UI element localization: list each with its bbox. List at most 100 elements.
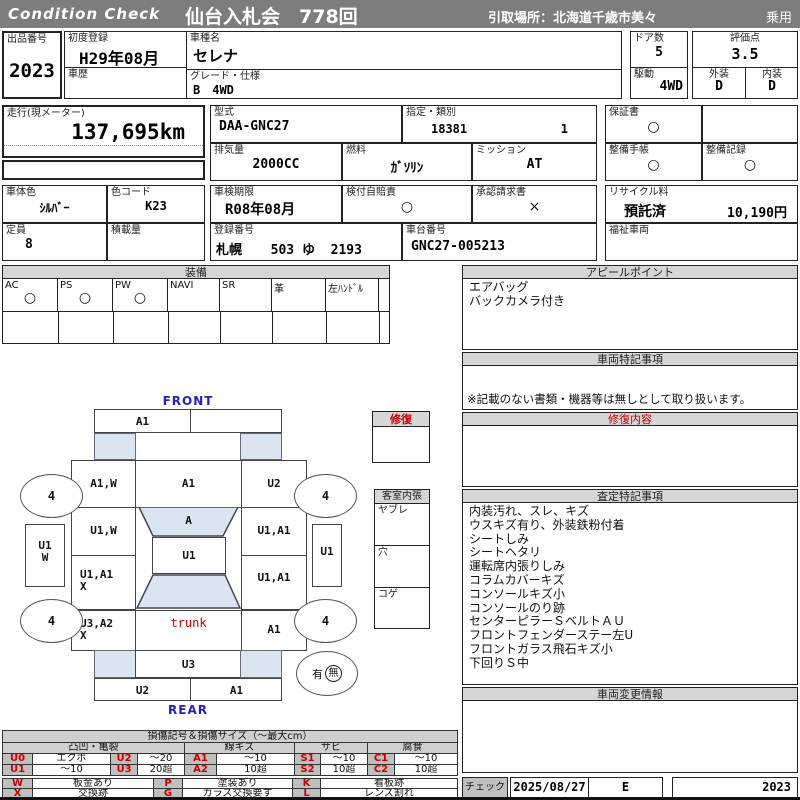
trunk-label: trunk — [170, 616, 207, 630]
color-code-cell: 色コード K23 — [107, 185, 205, 223]
color-code-value: K23 — [145, 199, 167, 213]
assessment-line: フロントフェンダーステー左U — [469, 628, 634, 643]
equipment-grid-line — [58, 312, 59, 343]
first-registration-cell: 初度登録 H29年08月 — [65, 32, 187, 68]
diagram-taillight-right — [240, 650, 282, 678]
diagram-bumper-divider — [190, 410, 191, 432]
assessment-line: 内装汚れ、スレ、キズ — [469, 504, 590, 518]
appeal-line: バックカメラ付き — [469, 293, 566, 308]
warranty-cell: 保証書 ○ — [605, 105, 702, 143]
cabin-lining-row-tear: ヤブレ — [375, 504, 429, 546]
cabin-lining-row-hole: 穴 — [375, 546, 429, 588]
change-info-title: 車両変更情報 — [463, 688, 797, 701]
legend-desc: 10超 — [394, 764, 458, 776]
inspection-expiry-value: R08年08月 — [225, 202, 296, 218]
assessment-line: コンソールキズ小 — [469, 586, 566, 601]
diagram-taillight-left — [94, 650, 136, 678]
diagram-panel-rear-bumper: U2 A1 — [94, 678, 282, 701]
wheel-front-right: 4 — [294, 474, 357, 518]
assessment-line: 運転席内張りしみ — [469, 559, 566, 574]
legend-desc: 10超 — [216, 764, 295, 776]
maintenance-book-label: 整備手帳 — [609, 145, 649, 156]
chassis-no-value: GNC27-005213 — [411, 239, 505, 254]
equipment-label: 革 — [274, 284, 284, 295]
cabin-lining-table: 客室内張 ヤブレ 穴 コゲ — [374, 489, 430, 629]
approval-request-label: 承認請求書 — [476, 187, 526, 198]
appeal-panel: アピールポイント エアバッグ バックカメラ付き — [462, 265, 798, 350]
diagram-panel-label: U1,A1 — [257, 571, 291, 584]
lot-number-label: 出品番号 — [7, 34, 47, 45]
diagram-panel-windshield: A — [185, 514, 192, 527]
equipment-mark: ○ — [23, 290, 37, 306]
repair-details-title: 修復内容 — [463, 413, 797, 426]
equipment-cell-sr: SR — [220, 279, 272, 312]
exterior-grade-value: D — [715, 79, 723, 94]
doors-label: ドア数 — [634, 33, 664, 44]
drive-cell: 駆動 4WD — [631, 68, 687, 98]
diagram-panel-slide-left: U1 W — [25, 524, 65, 587]
inspection-expiry-label: 車検期限 — [214, 187, 254, 198]
lot-number-box: 出品番号 2023 — [2, 31, 62, 99]
warranty-mark: ○ — [647, 119, 660, 135]
insurance-cell: 検付自賠責 ○ — [342, 185, 472, 223]
equipment-grid-line — [113, 312, 114, 343]
check-lot-number: 2023 — [762, 780, 791, 794]
diagram-panel-label: W — [41, 551, 49, 564]
check-lot-box: 2023 — [672, 777, 798, 798]
recycle-fee-value: 10,190円 — [727, 206, 787, 221]
displacement-cell: 排気量 2000CC — [210, 143, 342, 181]
equipment-label: SR — [222, 280, 236, 291]
odometer-label: 走行(現メーター) — [7, 108, 85, 119]
doors-value: 5 — [655, 45, 663, 60]
assessment-line: コンソールのり跡 — [469, 600, 566, 615]
recycle-status: 預託済 — [624, 204, 666, 220]
legend-desc: 20超 — [137, 764, 185, 776]
score-label: 評価点 — [730, 33, 760, 44]
diagram-panel-x-mark: X — [80, 629, 87, 642]
cabin-lining-label: コゲ — [378, 589, 398, 600]
score-cell: 評価点 3.5 — [693, 32, 797, 68]
assessment-notes-title: 査定特記事項 — [463, 490, 797, 503]
wheel-rear-right: 4 — [294, 599, 357, 643]
maintenance-record-cell: 整備記録 ○ — [702, 143, 798, 181]
legend-desc: ～10 — [32, 764, 111, 776]
vehicle-notes-panel: 車両特記事項 ※記載のない書類・機器等は無しとして取り扱います。 — [462, 352, 798, 410]
equipment-cell-leather: 革 — [272, 279, 326, 312]
diagram-panel-door-front-right: U1,A1 — [241, 507, 307, 556]
odometer-extra-box — [2, 160, 205, 180]
diagram-rear-label: REAR — [168, 703, 208, 717]
body-color-cell: 車体色 ｼﾙﾊﾞｰ — [2, 185, 107, 223]
legend-code: U1 — [2, 764, 33, 776]
registration-no-cell: 登録番号 札幌 503 ゆ 2193 — [210, 223, 402, 261]
diagram-panel-slide-right: U1 — [312, 524, 342, 587]
equipment-grid-line — [272, 312, 273, 343]
check-date-box: 2025/08/27 E — [510, 777, 663, 798]
diagram-panel-door-rear-left: U1,A1 X — [71, 555, 136, 610]
legend-code: C2 — [367, 764, 395, 776]
equipment-cell-ac: AC ○ — [3, 279, 58, 312]
diagram-panel-hood: A1 — [135, 460, 242, 508]
check-inspector: E — [621, 780, 630, 794]
auction-title: 仙台入札会 778回 — [185, 6, 358, 28]
assessment-line: シートしみ — [469, 531, 530, 546]
equipment-cell-pw: PW ○ — [113, 279, 168, 312]
change-info-panel: 車両変更情報 — [462, 687, 798, 773]
body-color-label: 車体色 — [6, 187, 36, 198]
diagram-panel-label: U1 — [182, 549, 196, 562]
first-registration-value: H29年08月 — [79, 49, 160, 68]
vehicle-class-badge: 乗用 — [765, 11, 792, 26]
repair-flag-box: 修復 — [372, 411, 430, 463]
vehicle-notes-disclaimer: ※記載のない書類・機器等は無しとして取り扱います。 — [467, 392, 752, 406]
fuel-cell: 燃料 ｶﾞｿﾘﾝ — [342, 143, 472, 181]
diagram-panel-x-mark: X — [80, 580, 87, 593]
capacity-value: 8 — [25, 237, 33, 252]
model-label: 車種名 — [190, 33, 220, 44]
brand-logo: Condition Check — [8, 5, 161, 23]
wheel-mark: 4 — [321, 489, 330, 503]
diagram-panel-front-bumper-left: A1 — [135, 415, 150, 428]
pickup-location: 引取場所：北海道千歳市美々 — [488, 11, 658, 26]
legend-code: A2 — [184, 764, 217, 776]
maintenance-book-mark: ○ — [647, 157, 660, 173]
grade-value: B 4WD — [193, 83, 234, 97]
warranty-label: 保証書 — [609, 107, 639, 118]
